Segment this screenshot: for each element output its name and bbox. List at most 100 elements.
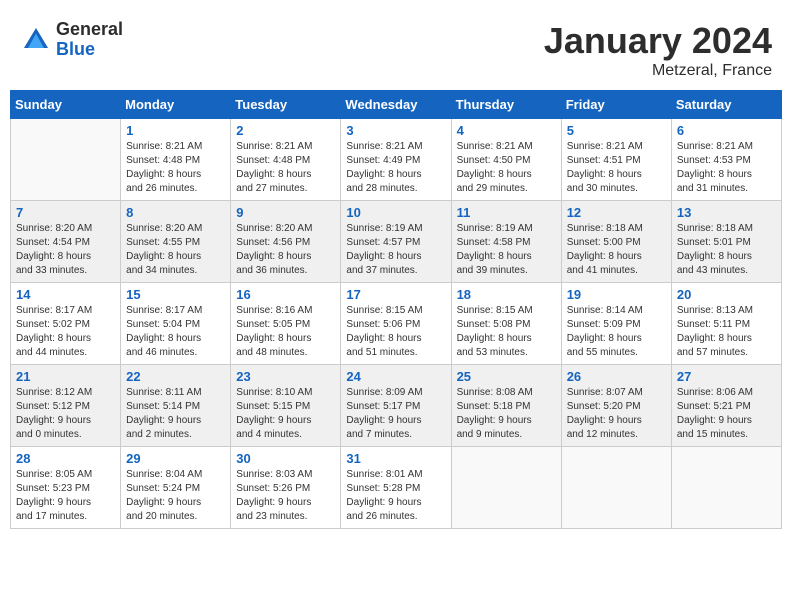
- day-number: 3: [346, 123, 445, 138]
- day-info: Sunrise: 8:20 AM Sunset: 4:54 PM Dayligh…: [16, 222, 115, 278]
- table-row: 15 Sunrise: 8:17 AM Sunset: 5:04 PM Dayli…: [121, 283, 231, 365]
- day-number: 7: [16, 205, 115, 220]
- day-number: 31: [346, 451, 445, 466]
- day-number: 29: [126, 451, 225, 466]
- day-info: Sunrise: 8:07 AM Sunset: 5:20 PM Dayligh…: [567, 386, 666, 442]
- header-friday: Friday: [561, 91, 671, 119]
- day-info: Sunrise: 8:20 AM Sunset: 4:55 PM Dayligh…: [126, 222, 225, 278]
- calendar-week-row: 21Sunrise: 8:12 AM Sunset: 5:12 PM Dayli…: [11, 365, 782, 447]
- table-row: 30Sunrise: 8:03 AM Sunset: 5:26 PM Dayli…: [231, 447, 341, 529]
- calendar-week-row: 7 Sunrise: 8:20 AM Sunset: 4:54 PM Daylig…: [11, 201, 782, 283]
- table-row: 4 Sunrise: 8:21 AM Sunset: 4:50 PM Daylig…: [451, 119, 561, 201]
- day-number: 13: [677, 205, 776, 220]
- day-info: Sunrise: 8:04 AM Sunset: 5:24 PM Dayligh…: [126, 468, 225, 524]
- day-info: Sunrise: 8:10 AM Sunset: 5:15 PM Dayligh…: [236, 386, 335, 442]
- day-number: 19: [567, 287, 666, 302]
- day-info: Sunrise: 8:21 AM Sunset: 4:48 PM Dayligh…: [126, 140, 225, 196]
- location: Metzeral, France: [544, 62, 772, 80]
- day-number: 14: [16, 287, 115, 302]
- table-row: 6Sunrise: 8:21 AM Sunset: 4:53 PM Daylig…: [671, 119, 781, 201]
- day-number: 5: [567, 123, 666, 138]
- table-row: 29 Sunrise: 8:04 AM Sunset: 5:24 PM Dayli…: [121, 447, 231, 529]
- day-number: 2: [236, 123, 335, 138]
- title-area: January 2024 Metzeral, France: [544, 20, 772, 80]
- table-row: 26 Sunrise: 8:07 AM Sunset: 5:20 PM Dayli…: [561, 365, 671, 447]
- day-info: Sunrise: 8:21 AM Sunset: 4:49 PM Dayligh…: [346, 140, 445, 196]
- day-number: 12: [567, 205, 666, 220]
- calendar-table: Sunday Monday Tuesday Wednesday Thursday…: [10, 90, 782, 529]
- table-row: [671, 447, 781, 529]
- header-wednesday: Wednesday: [341, 91, 451, 119]
- day-info: Sunrise: 8:12 AM Sunset: 5:12 PM Dayligh…: [16, 386, 115, 442]
- day-number: 22: [126, 369, 225, 384]
- table-row: 16Sunrise: 8:16 AM Sunset: 5:05 PM Dayli…: [231, 283, 341, 365]
- table-row: 19 Sunrise: 8:14 AM Sunset: 5:09 PM Dayli…: [561, 283, 671, 365]
- day-number: 10: [346, 205, 445, 220]
- table-row: 8 Sunrise: 8:20 AM Sunset: 4:55 PM Daylig…: [121, 201, 231, 283]
- day-number: 8: [126, 205, 225, 220]
- table-row: 21Sunrise: 8:12 AM Sunset: 5:12 PM Dayli…: [11, 365, 121, 447]
- day-info: Sunrise: 8:19 AM Sunset: 4:57 PM Dayligh…: [346, 222, 445, 278]
- calendar-week-row: 1 Sunrise: 8:21 AM Sunset: 4:48 PM Daylig…: [11, 119, 782, 201]
- day-number: 11: [457, 205, 556, 220]
- table-row: 3 Sunrise: 8:21 AM Sunset: 4:49 PM Daylig…: [341, 119, 451, 201]
- table-row: 27 Sunrise: 8:06 AM Sunset: 5:21 PM Dayli…: [671, 365, 781, 447]
- table-row: 14Sunrise: 8:17 AM Sunset: 5:02 PM Dayli…: [11, 283, 121, 365]
- table-row: 1 Sunrise: 8:21 AM Sunset: 4:48 PM Daylig…: [121, 119, 231, 201]
- day-number: 25: [457, 369, 556, 384]
- day-info: Sunrise: 8:01 AM Sunset: 5:28 PM Dayligh…: [346, 468, 445, 524]
- day-number: 17: [346, 287, 445, 302]
- page-header: GeneralBlue January 2024 Metzeral, Franc…: [10, 10, 782, 85]
- day-number: 27: [677, 369, 776, 384]
- table-row: 5 Sunrise: 8:21 AM Sunset: 4:51 PM Daylig…: [561, 119, 671, 201]
- day-info: Sunrise: 8:20 AM Sunset: 4:56 PM Dayligh…: [236, 222, 335, 278]
- logo-icon: [20, 24, 52, 56]
- day-number: 26: [567, 369, 666, 384]
- table-row: 24Sunrise: 8:09 AM Sunset: 5:17 PM Dayli…: [341, 365, 451, 447]
- day-number: 28: [16, 451, 115, 466]
- day-number: 24: [346, 369, 445, 384]
- calendar-week-row: 14Sunrise: 8:17 AM Sunset: 5:02 PM Dayli…: [11, 283, 782, 365]
- day-info: Sunrise: 8:21 AM Sunset: 4:48 PM Dayligh…: [236, 140, 335, 196]
- table-row: 23 Sunrise: 8:10 AM Sunset: 5:15 PM Dayli…: [231, 365, 341, 447]
- day-info: Sunrise: 8:03 AM Sunset: 5:26 PM Dayligh…: [236, 468, 335, 524]
- day-info: Sunrise: 8:17 AM Sunset: 5:04 PM Dayligh…: [126, 304, 225, 360]
- day-info: Sunrise: 8:06 AM Sunset: 5:21 PM Dayligh…: [677, 386, 776, 442]
- day-info: Sunrise: 8:08 AM Sunset: 5:18 PM Dayligh…: [457, 386, 556, 442]
- day-info: Sunrise: 8:19 AM Sunset: 4:58 PM Dayligh…: [457, 222, 556, 278]
- table-row: 2 Sunrise: 8:21 AM Sunset: 4:48 PM Daylig…: [231, 119, 341, 201]
- table-row: [561, 447, 671, 529]
- day-info: Sunrise: 8:13 AM Sunset: 5:11 PM Dayligh…: [677, 304, 776, 360]
- table-row: 31 Sunrise: 8:01 AM Sunset: 5:28 PM Dayli…: [341, 447, 451, 529]
- table-row: 10 Sunrise: 8:19 AM Sunset: 4:57 PM Dayli…: [341, 201, 451, 283]
- header-thursday: Thursday: [451, 91, 561, 119]
- header-saturday: Saturday: [671, 91, 781, 119]
- day-number: 23: [236, 369, 335, 384]
- day-info: Sunrise: 8:16 AM Sunset: 5:05 PM Dayligh…: [236, 304, 335, 360]
- table-row: 18Sunrise: 8:15 AM Sunset: 5:08 PM Dayli…: [451, 283, 561, 365]
- day-info: Sunrise: 8:21 AM Sunset: 4:51 PM Dayligh…: [567, 140, 666, 196]
- day-number: 20: [677, 287, 776, 302]
- logo: GeneralBlue: [20, 20, 123, 60]
- day-number: 4: [457, 123, 556, 138]
- day-info: Sunrise: 8:11 AM Sunset: 5:14 PM Dayligh…: [126, 386, 225, 442]
- day-number: 6: [677, 123, 776, 138]
- day-info: Sunrise: 8:18 AM Sunset: 5:00 PM Dayligh…: [567, 222, 666, 278]
- day-number: 1: [126, 123, 225, 138]
- header-tuesday: Tuesday: [231, 91, 341, 119]
- day-info: Sunrise: 8:15 AM Sunset: 5:06 PM Dayligh…: [346, 304, 445, 360]
- day-info: Sunrise: 8:14 AM Sunset: 5:09 PM Dayligh…: [567, 304, 666, 360]
- table-row: 17 Sunrise: 8:15 AM Sunset: 5:06 PM Dayli…: [341, 283, 451, 365]
- day-info: Sunrise: 8:21 AM Sunset: 4:50 PM Dayligh…: [457, 140, 556, 196]
- table-row: [451, 447, 561, 529]
- month-title: January 2024: [544, 20, 772, 62]
- logo-text: GeneralBlue: [56, 20, 123, 60]
- day-info: Sunrise: 8:18 AM Sunset: 5:01 PM Dayligh…: [677, 222, 776, 278]
- table-row: [11, 119, 121, 201]
- table-row: 12 Sunrise: 8:18 AM Sunset: 5:00 PM Dayli…: [561, 201, 671, 283]
- day-number: 15: [126, 287, 225, 302]
- table-row: 7 Sunrise: 8:20 AM Sunset: 4:54 PM Daylig…: [11, 201, 121, 283]
- header-sunday: Sunday: [11, 91, 121, 119]
- calendar-header-row: Sunday Monday Tuesday Wednesday Thursday…: [11, 91, 782, 119]
- day-number: 18: [457, 287, 556, 302]
